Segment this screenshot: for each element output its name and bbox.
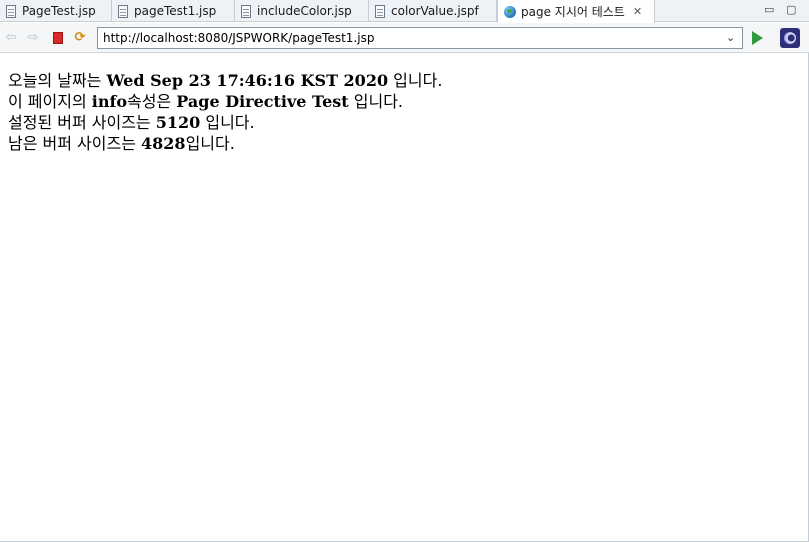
eclipse-logo-icon[interactable] [780,28,800,48]
remaining-buffer-value: 4828 [141,134,186,153]
tab-label: PageTest.jsp [22,4,96,18]
browser-toolbar: ⇦ ⇨ ⟳ ⌄ [0,23,809,53]
tab-browser-page-test[interactable]: page 지시어 테스트 ✕ [497,0,655,23]
tab-label: page 지시어 테스트 [521,5,625,19]
jsp-file-icon [118,4,128,18]
refresh-icon[interactable]: ⟳ [73,31,87,45]
line-suffix: 입니다. [348,92,404,111]
back-arrow-icon[interactable]: ⇦ [4,31,18,45]
stop-icon[interactable] [51,31,65,45]
close-tab-icon[interactable]: ✕ [633,5,642,18]
remaining-buffer-line: 남은 버퍼 사이즈는 4828입니다. [8,133,442,154]
info-value: Page Directive Test [176,92,349,111]
minimize-icon[interactable]: ▭ [764,3,774,16]
forward-arrow-icon[interactable]: ⇨ [26,31,40,45]
line-suffix: 입니다. [388,71,443,90]
tab-includecolor-jsp[interactable]: includeColor.jsp [235,0,369,22]
editor-tab-bar: PageTest.jsp pageTest1.jsp includeColor.… [0,0,809,23]
date-value: Wed Sep 23 17:46:16 KST 2020 [106,71,389,90]
tab-pagetest-jsp[interactable]: PageTest.jsp [0,0,112,22]
globe-icon [504,5,516,18]
line-suffix: 입니다. [185,134,235,153]
page-body: 오늘의 날짜는 Wed Sep 23 17:46:16 KST 2020 입니다… [8,70,442,154]
remaining-buffer-label: 남은 버퍼 사이즈는 [8,134,142,153]
buffer-size-label: 설정된 버퍼 사이즈는 [8,113,156,132]
go-icon[interactable] [752,31,763,45]
date-label: 오늘의 날짜는 [8,71,107,90]
tab-label: includeColor.jsp [257,4,352,18]
url-input[interactable] [97,27,743,49]
maximize-icon[interactable]: ▢ [786,3,796,16]
line-suffix: 입니다. [200,113,255,132]
jsp-file-icon [241,4,251,18]
jsp-file-icon [6,4,16,18]
tab-label: colorValue.jspf [391,4,479,18]
info-label-mid: 속성은 [127,92,177,111]
jsp-file-icon [375,4,385,18]
info-key: info [91,92,128,111]
today-date-line: 오늘의 날짜는 Wed Sep 23 17:46:16 KST 2020 입니다… [8,70,442,91]
buffer-size-value: 5120 [155,113,201,132]
tab-colorvalue-jspf[interactable]: colorValue.jspf [369,0,497,22]
url-history-dropdown-icon[interactable]: ⌄ [726,31,735,44]
buffer-size-line: 설정된 버퍼 사이즈는 5120 입니다. [8,112,442,133]
tab-pagetest1-jsp[interactable]: pageTest1.jsp [112,0,235,22]
info-attribute-line: 이 페이지의 info속성은 Page Directive Test 입니다. [8,91,442,112]
info-label: 이 페이지의 [8,92,92,111]
tab-label: pageTest1.jsp [134,4,217,18]
